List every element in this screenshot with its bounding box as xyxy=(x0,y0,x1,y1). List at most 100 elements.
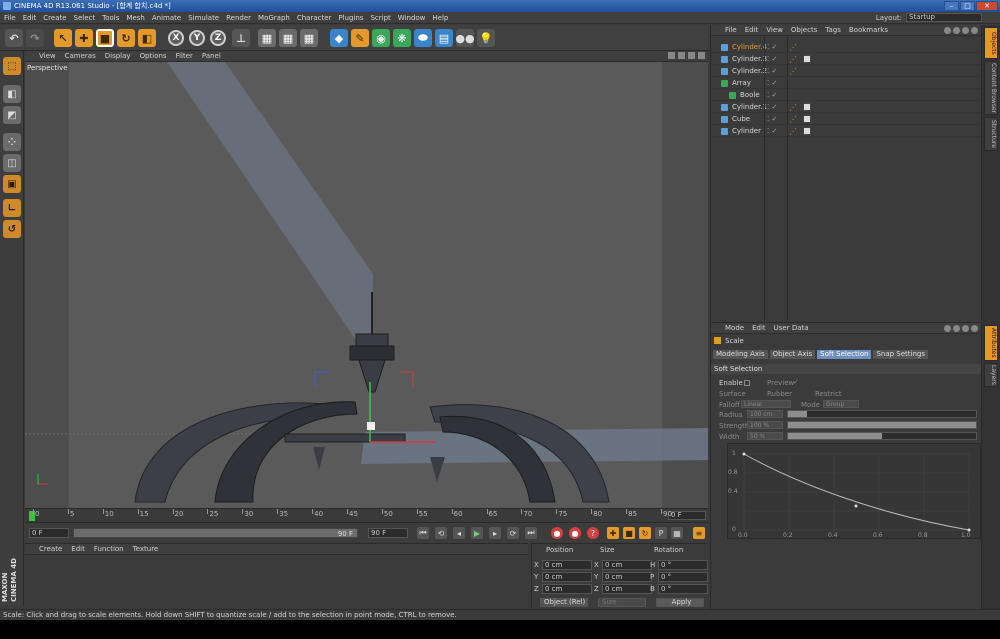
object-menu-item[interactable]: Objects xyxy=(791,26,817,34)
phong-tag-icon[interactable]: ⋰ xyxy=(789,54,797,65)
size-field[interactable]: 0 cm xyxy=(602,560,652,570)
rotation-field[interactable]: 0 ° xyxy=(658,584,708,594)
viewport-menu-item[interactable]: Filter xyxy=(176,52,193,60)
tab-content-browser[interactable]: Content Browser xyxy=(984,61,998,115)
visibility-toggle-icon[interactable]: ⁚ ✓ xyxy=(767,90,777,101)
previous-frame-icon[interactable]: ◂ xyxy=(453,527,465,539)
minimize-button[interactable]: – xyxy=(944,1,959,11)
viewport-menu-item[interactable]: Options xyxy=(140,52,167,60)
object-menu-item[interactable]: Bookmarks xyxy=(849,26,888,34)
x-axis-lock-icon[interactable]: X xyxy=(168,30,184,46)
object-name[interactable]: Cylinder.2 xyxy=(732,66,767,77)
play-icon[interactable]: ▶ xyxy=(471,527,483,539)
timeline-settings-icon[interactable]: ≡ xyxy=(693,527,705,539)
material-menu-item[interactable]: Edit xyxy=(71,545,85,553)
radius-field[interactable]: 100 cm xyxy=(747,410,783,418)
strength-slider[interactable] xyxy=(787,421,977,429)
coordinate-system-icon[interactable]: ⊥ xyxy=(232,29,250,47)
main-menu-item[interactable]: Plugins xyxy=(338,14,363,22)
object-row[interactable]: Cylinder.3 ⁚ ✓ ⋰ xyxy=(711,54,981,65)
close-button[interactable]: ✕ xyxy=(976,1,998,11)
viewport-menu-item[interactable]: Panel xyxy=(202,52,221,60)
key-position-icon[interactable]: ✚ xyxy=(607,527,619,539)
phong-tag-icon[interactable]: ⋰ xyxy=(789,66,797,77)
enable-axis-icon[interactable]: ∟ xyxy=(3,199,21,217)
attribute-menu-item[interactable]: User Data xyxy=(774,324,809,332)
width-field[interactable]: 50 % xyxy=(747,432,783,440)
main-menu-item[interactable]: Character xyxy=(297,14,332,22)
attribute-tab[interactable]: Soft Selection xyxy=(817,350,872,359)
rotate-tool-icon[interactable]: ↻ xyxy=(117,29,135,47)
scale-tool-icon[interactable]: ■ xyxy=(96,29,114,47)
attribute-menu-item[interactable]: Edit xyxy=(752,324,766,332)
object-name[interactable]: Cylinder.3 xyxy=(732,54,767,65)
visibility-toggle-icon[interactable]: ⁚ ✓ xyxy=(767,66,777,77)
tweak-mode-icon[interactable]: ↺ xyxy=(3,220,21,238)
texture-tag-icon[interactable] xyxy=(803,127,811,135)
main-menu-item[interactable]: File xyxy=(4,14,16,22)
spline-pen-icon[interactable]: ✎ xyxy=(351,29,369,47)
object-name[interactable]: Cube xyxy=(732,114,750,125)
cube-primitive-icon[interactable]: ◆ xyxy=(330,29,348,47)
texture-mode-icon[interactable]: ◩ xyxy=(3,106,21,124)
attribute-tab[interactable]: Snap Settings xyxy=(873,350,928,359)
back-arrow-icon[interactable] xyxy=(944,325,951,332)
main-menu-item[interactable]: Mesh xyxy=(126,14,144,22)
falloff-dropdown[interactable]: Linear xyxy=(741,400,791,408)
position-field[interactable]: 0 cm xyxy=(542,572,592,582)
recent-tool-icon[interactable]: ◧ xyxy=(138,29,156,47)
go-to-start-icon[interactable]: ⏮ xyxy=(417,527,429,539)
points-mode-icon[interactable]: ⁘ xyxy=(3,133,21,151)
camera-icon[interactable]: ●● xyxy=(455,29,475,47)
object-row[interactable]: Boole ⁚ ✓ xyxy=(711,90,981,101)
perspective-viewport[interactable]: Perspective xyxy=(25,62,708,508)
width-slider[interactable] xyxy=(787,432,977,440)
attribute-tab[interactable]: Object Axis xyxy=(769,350,816,359)
radius-slider[interactable] xyxy=(787,410,977,418)
object-row[interactable]: Cylinder.1 ⁚ ✓ ⋰ xyxy=(711,102,981,113)
layout-dropdown[interactable]: Startup xyxy=(906,13,982,22)
new-view-icon[interactable] xyxy=(971,27,978,34)
viewport-menu-item[interactable]: Display xyxy=(105,52,131,60)
timeline-ruler[interactable]: 0 F 0 5 10 15 20 25 30 35 40 45 50 55 60 65 70 75 80 85 90 xyxy=(25,508,708,522)
start-frame-field[interactable]: 0 F xyxy=(29,528,69,538)
visibility-toggle-icon[interactable]: ⁚ ✓ xyxy=(767,78,777,89)
attribute-menu-item[interactable]: Mode xyxy=(725,324,744,332)
live-selection-icon[interactable]: ↖ xyxy=(54,29,72,47)
texture-tag-icon[interactable] xyxy=(803,103,811,111)
back-icon[interactable] xyxy=(962,27,969,34)
object-name[interactable]: Array xyxy=(732,78,751,89)
main-menu-item[interactable]: Create xyxy=(43,14,66,22)
main-menu-item[interactable]: Animate xyxy=(152,14,181,22)
coordinate-mode-dropdown[interactable]: Object (Rel) xyxy=(540,598,588,607)
redo-icon[interactable]: ↷ xyxy=(26,29,44,47)
object-row[interactable]: Cylinder ⁚ ✓ ⋰ xyxy=(711,126,981,137)
strength-field[interactable]: 100 % xyxy=(747,421,783,429)
object-row[interactable]: Array ⁚ ✓ xyxy=(711,78,981,89)
object-row[interactable]: Cylinder.2 ⁚ ✓ ⋰ xyxy=(711,66,981,77)
maximize-button[interactable]: □ xyxy=(960,1,975,11)
size-field[interactable]: 0 cm xyxy=(602,572,652,582)
main-menu-item[interactable]: Script xyxy=(370,14,390,22)
go-to-end-icon[interactable]: ⏭ xyxy=(525,527,537,539)
material-menu-item[interactable]: Texture xyxy=(133,545,159,553)
main-menu-item[interactable]: MoGraph xyxy=(258,14,290,22)
visibility-toggle-icon[interactable]: ⁚ ✓ xyxy=(767,54,777,65)
tab-attributes[interactable]: Attributes xyxy=(984,325,998,361)
deformer-icon[interactable]: ⬬ xyxy=(414,29,432,47)
position-field[interactable]: 0 cm xyxy=(542,584,592,594)
lock-icon[interactable] xyxy=(971,325,978,332)
object-name[interactable]: Cylinder.4 xyxy=(732,42,767,53)
rotate-view-icon[interactable] xyxy=(688,52,695,59)
viewport-menu-item[interactable]: Cameras xyxy=(65,52,96,60)
main-menu-item[interactable]: Help xyxy=(432,14,448,22)
object-menu-item[interactable]: Tags xyxy=(825,26,841,34)
key-rotation-icon[interactable]: ↻ xyxy=(639,527,651,539)
visibility-toggle-icon[interactable]: ⁚ ✓ xyxy=(767,42,777,53)
edges-mode-icon[interactable]: ◫ xyxy=(3,154,21,172)
texture-tag-icon[interactable] xyxy=(803,55,811,63)
mode-dropdown[interactable]: Group xyxy=(823,400,859,408)
y-axis-lock-icon[interactable]: Y xyxy=(189,30,205,46)
material-menu-item[interactable]: Function xyxy=(94,545,124,553)
main-menu-item[interactable]: Simulate xyxy=(188,14,219,22)
